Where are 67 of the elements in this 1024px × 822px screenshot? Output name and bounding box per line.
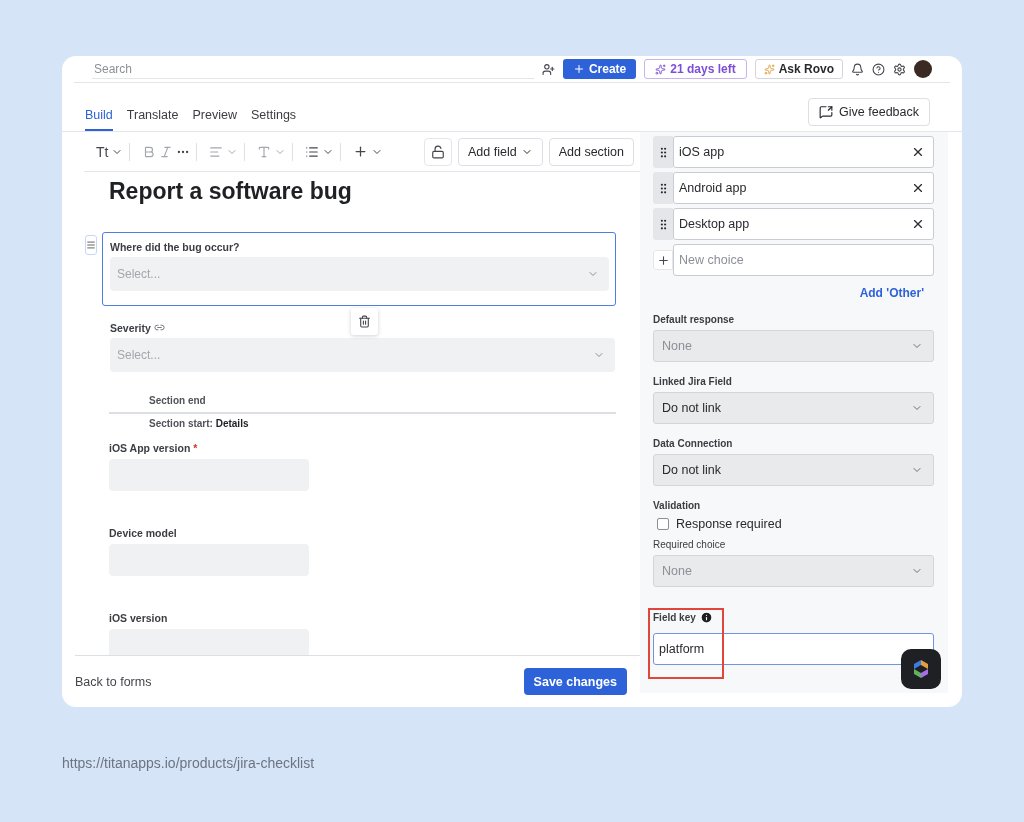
tab[interactable]: Settings	[250, 108, 297, 131]
field-label: Severity	[110, 321, 151, 334]
list-icon[interactable]	[305, 144, 320, 159]
unlock-icon	[431, 144, 445, 159]
tab[interactable]: Build	[85, 108, 113, 131]
tab[interactable]: Preview	[192, 108, 237, 131]
field-label: iOS version	[109, 611, 168, 624]
assistant-button[interactable]	[901, 649, 941, 689]
sparkle-icon	[655, 63, 667, 75]
create-button[interactable]: Create	[562, 59, 637, 79]
feedback-icon	[819, 105, 834, 119]
field-label: iOS App version	[109, 441, 191, 454]
choice-field[interactable]: iOS app	[673, 136, 934, 168]
info-icon[interactable]	[699, 611, 713, 624]
drag-handle-icon[interactable]	[653, 208, 673, 240]
avatar[interactable]	[914, 60, 932, 78]
field-key-input[interactable]: platform	[653, 633, 934, 665]
section-end-label: Section end	[148, 395, 207, 406]
trial-button[interactable]: 21 days left	[644, 59, 747, 79]
sparkle-icon	[763, 63, 775, 75]
close-icon[interactable]	[911, 181, 925, 195]
choice-field[interactable]: Desktop app	[673, 208, 934, 240]
required-mark: *	[193, 441, 198, 454]
field-label: Device model	[109, 526, 177, 539]
choice-field[interactable]: Android app	[673, 172, 934, 204]
field-label: Where did the bug occur?	[110, 240, 240, 253]
add-section-button[interactable]: Add section	[548, 137, 634, 166]
close-icon[interactable]	[911, 145, 925, 159]
text-style-button[interactable]: Tt	[96, 143, 109, 160]
drag-handle-icon[interactable]	[85, 235, 97, 255]
add-person-icon[interactable]	[541, 62, 555, 76]
setting-label: Required choice	[653, 539, 727, 550]
help-icon[interactable]	[872, 62, 885, 76]
settings-icon[interactable]	[893, 62, 906, 76]
tab[interactable]: Translate	[126, 108, 179, 131]
insert-icon[interactable]	[353, 144, 369, 159]
logo-icon	[912, 659, 930, 679]
setting-label: Default response	[653, 314, 736, 325]
setting-label: Linked Jira Field	[653, 376, 733, 387]
plus-icon	[572, 63, 585, 75]
checkbox[interactable]	[657, 518, 669, 530]
bell-icon[interactable]	[851, 62, 864, 76]
add-icon[interactable]	[653, 250, 673, 270]
field-key-label: Field key	[653, 612, 696, 623]
delete-button[interactable]	[351, 308, 378, 335]
add-field-button[interactable]: Add field	[458, 137, 543, 166]
lock-button[interactable]	[424, 137, 452, 166]
trash-icon	[358, 315, 371, 328]
add-other-link[interactable]: Add 'Other'	[859, 286, 924, 300]
form-title: Report a software bug	[109, 178, 353, 206]
dropdown[interactable]: Do not link	[653, 392, 934, 424]
back-link[interactable]: Back to forms	[75, 674, 152, 689]
section-start-label: Section start: Details	[148, 418, 250, 429]
ask-button[interactable]: Ask Rovo	[754, 59, 843, 79]
setting-label: Validation	[653, 500, 702, 511]
save-button[interactable]: Save changes	[523, 668, 627, 695]
close-icon[interactable]	[911, 217, 925, 231]
drag-handle-icon[interactable]	[653, 136, 673, 168]
text-color-icon[interactable]	[257, 144, 272, 159]
url-caption: https://titanapps.io/products/jira-checklist	[62, 755, 316, 771]
text-field[interactable]	[109, 629, 309, 655]
setting-label: Data Connection	[653, 438, 734, 449]
dropdown[interactable]: Do not link	[653, 454, 934, 486]
feedback-button[interactable]: Give feedback	[808, 98, 930, 126]
checkbox-label: Response required	[676, 517, 782, 531]
new-choice-field[interactable]: New choice	[673, 244, 934, 276]
drag-handle-icon[interactable]	[653, 172, 673, 204]
